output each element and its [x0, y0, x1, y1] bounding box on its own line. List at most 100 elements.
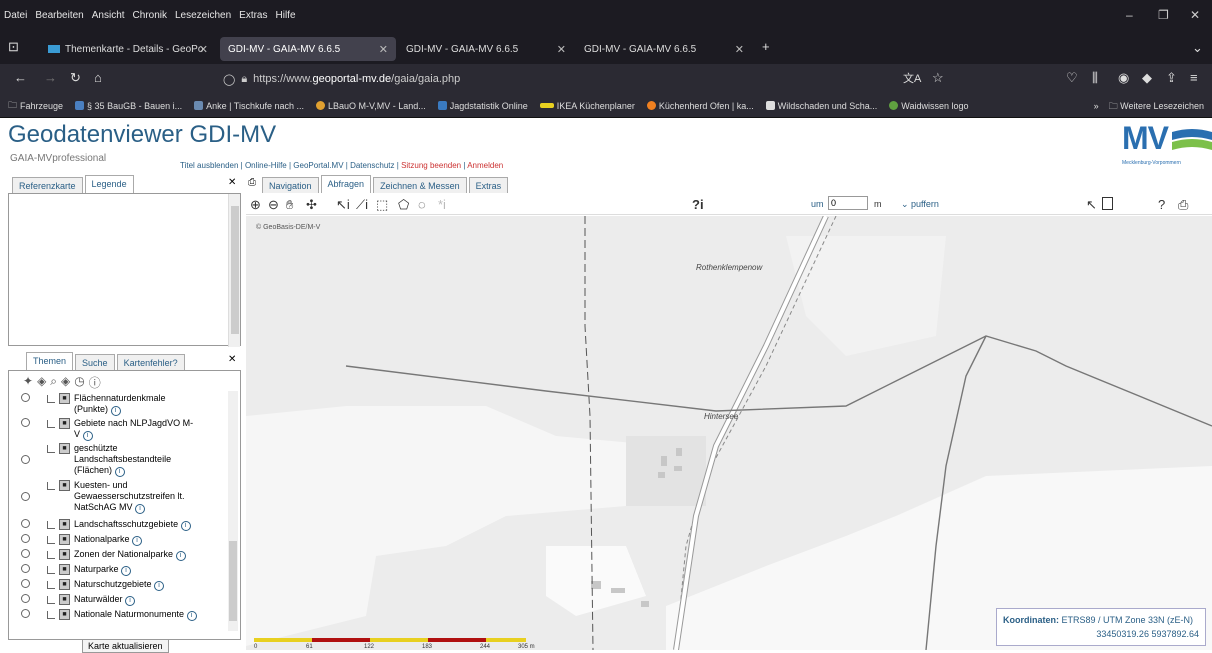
scroll-thumb[interactable] [229, 541, 237, 621]
info-icon[interactable]: i [154, 581, 165, 591]
menu-extras[interactable]: Extras [239, 10, 267, 21]
menu-chronik[interactable]: Chronik [133, 10, 167, 21]
layer-item[interactable]: ■ Naturwälder i [21, 594, 136, 606]
forward-icon[interactable]: → [44, 70, 57, 85]
layer-checkbox[interactable]: ■ [59, 418, 70, 429]
legend-scrollbar[interactable] [228, 194, 240, 347]
layer-checkbox[interactable]: ■ [59, 480, 70, 491]
library-icon[interactable]: ⫼ [1092, 70, 1098, 86]
url-bar[interactable]: ◯ 🔒︎ https://www.geoportal-mv.de/gaia/ga… [215, 68, 958, 90]
bookmark-item[interactable]: 🗀︎ Fahrzeuge [8, 98, 63, 114]
query-help-icon[interactable]: ?i [692, 197, 704, 212]
close-window-icon[interactable]: ✕ [1190, 8, 1200, 22]
restore-icon[interactable]: ❐ [1158, 8, 1169, 22]
info-icon[interactable]: i [121, 566, 132, 576]
link-geoportal[interactable]: GeoPortal.MV [293, 161, 343, 170]
select-pointer-icon[interactable]: ↖ [1086, 197, 1097, 213]
layer-checkbox[interactable]: ■ [59, 519, 70, 530]
layer-radio[interactable] [21, 455, 30, 464]
layer-radio[interactable] [21, 393, 30, 402]
minimize-icon[interactable]: – [1126, 8, 1133, 22]
layer-item[interactable]: ■ Zonen der Nationalparke i [21, 549, 186, 561]
link-anmelden[interactable]: Anmelden [467, 161, 503, 170]
info-pointer-icon[interactable]: ↖i [336, 197, 350, 213]
new-tab-icon[interactable]: + [762, 39, 770, 54]
layer-checkbox[interactable]: ■ [59, 534, 70, 545]
bookmark-item[interactable]: Anke | Tischkufe nach ... [194, 101, 304, 111]
help-icon[interactable]: ? [1158, 197, 1165, 212]
info-icon[interactable]: i [114, 467, 125, 477]
link-online-hilfe[interactable]: Online-Hilfe [245, 161, 287, 170]
layer-radio[interactable] [21, 564, 30, 573]
bookmark-star-icon[interactable]: ☆ [932, 70, 944, 86]
layer-checkbox[interactable]: ■ [59, 564, 70, 575]
tab-abfragen[interactable]: Abfragen [320, 175, 372, 194]
bookmark-item[interactable]: Jagdstatistik Online [437, 101, 528, 111]
search-layer-icon[interactable]: ⌕ [50, 374, 57, 391]
zoom-in-icon[interactable]: ⊕ [250, 197, 261, 213]
bookmark-item[interactable]: LBauO M-V,MV - Land... [316, 101, 426, 111]
info-polygon-icon[interactable]: ⬠ [398, 197, 409, 213]
layer-item[interactable]: ■ Kuesten- und Gewaesserschutzstreifen lt… [21, 480, 199, 514]
browser-tab-2[interactable]: GDI-MV - GAIA-MV 6.6.5 ✕ [220, 37, 396, 61]
menu-bearbeiten[interactable]: Bearbeiten [35, 10, 83, 21]
layers-stack-icon[interactable]: ◈ [61, 374, 70, 391]
menu-lesezeichen[interactable]: Lesezeichen [175, 10, 231, 21]
close-panel-icon[interactable]: ✕ [228, 177, 236, 188]
bookmark-item[interactable]: Waidwissen logo [889, 101, 969, 111]
layer-checkbox[interactable]: ■ [59, 393, 70, 404]
zoom-out-icon[interactable]: ⊖ [268, 197, 279, 213]
layer-radio[interactable] [21, 418, 30, 427]
help-icon[interactable]: ⓘ [89, 374, 101, 391]
layer-checkbox[interactable]: ■ [59, 443, 70, 454]
select-box-icon[interactable] [1102, 197, 1113, 210]
info-icon[interactable]: i [132, 536, 143, 546]
layer-radio[interactable] [21, 579, 30, 588]
more-bookmarks[interactable]: » 🗀︎ Weitere Lesezeichen [1094, 99, 1204, 115]
print-icon[interactable]: ⎙ [1178, 197, 1188, 213]
layer-item[interactable]: ■ Naturschutzgebiete i [21, 579, 165, 591]
browser-tab-4[interactable]: GDI-MV - GAIA-MV 6.6.5 ✕ [576, 37, 752, 61]
layer-radio[interactable] [21, 594, 30, 603]
layer-item[interactable]: ■ Naturparke i [21, 564, 132, 576]
info-rect-icon[interactable]: ⬚ [376, 197, 388, 213]
link-sitzung-beenden[interactable]: Sitzung beenden [401, 161, 461, 170]
layer-item[interactable]: ■ geschützte Landschaftsbestandteile (Flä… [21, 443, 199, 477]
layer-radio[interactable] [21, 549, 30, 558]
tab-list-icon[interactable]: ⊡ [8, 39, 19, 55]
chevron-down-icon[interactable]: ⌄ [1192, 40, 1203, 56]
menu-ansicht[interactable]: Ansicht [92, 10, 125, 21]
info-icon[interactable]: i [135, 504, 146, 514]
info-line-icon[interactable]: ⟋i [356, 197, 368, 213]
add-layer-icon[interactable]: ✦ [23, 374, 33, 391]
layer-checkbox[interactable]: ■ [59, 609, 70, 620]
close-tab-icon[interactable]: ✕ [557, 43, 566, 56]
layer-checkbox[interactable]: ■ [59, 579, 70, 590]
translate-icon[interactable]: 文A [903, 70, 921, 86]
tab-legende[interactable]: Legende [84, 175, 134, 194]
reload-icon[interactable]: ↻ [70, 70, 81, 86]
info-icon[interactable]: i [110, 406, 121, 416]
layer-item[interactable]: ■ Flächennaturdenkmale (Punkte) i [21, 393, 199, 416]
history-icon[interactable]: ◷ [74, 374, 84, 391]
bookmark-item[interactable]: § 35 BauGB - Bauen i... [75, 101, 182, 111]
info-icon[interactable]: i [175, 551, 186, 561]
close-tab-icon[interactable]: ✕ [735, 43, 744, 56]
pan-hand-icon[interactable]: ✋︎ [286, 197, 293, 213]
close-tab-icon[interactable]: ✕ [379, 43, 388, 56]
layer-checkbox[interactable]: ■ [59, 549, 70, 560]
print-legend-icon[interactable]: ⎙ [248, 177, 256, 188]
bookmark-item[interactable]: IKEA Küchenplaner [539, 101, 635, 111]
layer-radio[interactable] [21, 609, 30, 618]
layer-checkbox[interactable]: ■ [59, 594, 70, 605]
account-icon[interactable]: ◉ [1118, 70, 1129, 86]
scroll-thumb[interactable] [231, 206, 239, 334]
link-titel-ausblenden[interactable]: Titel ausblenden [180, 161, 238, 170]
tab-themen[interactable]: Themen [26, 352, 74, 371]
info-icon[interactable]: i [125, 596, 136, 606]
info-icon[interactable]: i [180, 521, 191, 531]
puffern-toggle[interactable]: ⌄ puffern [901, 199, 939, 210]
menu-datei[interactable]: Datei [4, 10, 27, 21]
menu-hilfe[interactable]: Hilfe [276, 10, 296, 21]
info-circle-icon[interactable]: ◌ [418, 197, 426, 212]
